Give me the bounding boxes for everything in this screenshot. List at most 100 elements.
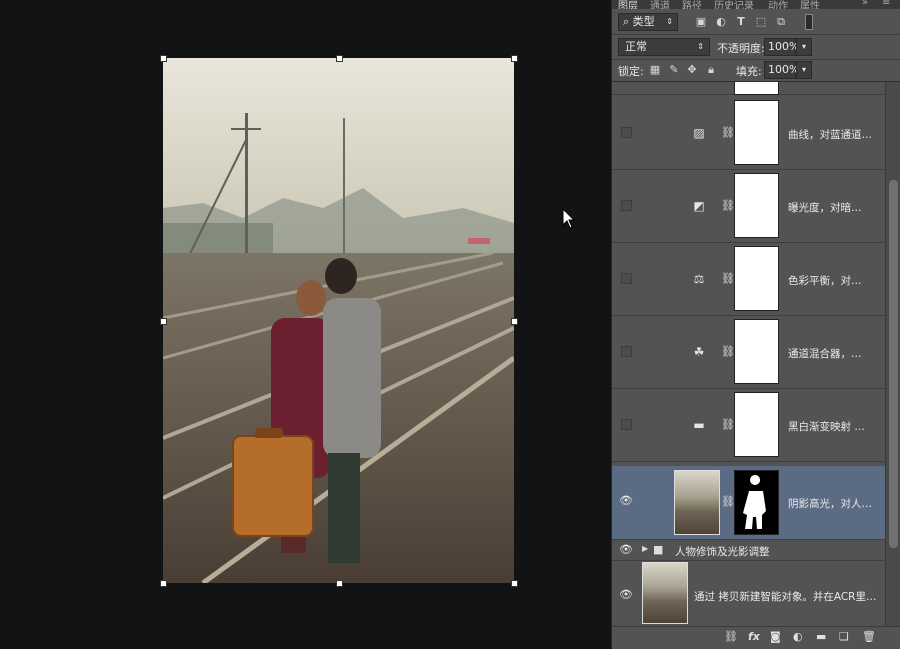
layers-panel: 图层 通道 路径 历史记录 动作 属性 » ≡ ⌕ 类型 ⇕ ▣ ◐ T ⬚ ⧉… — [611, 0, 900, 649]
scrollbar-thumb[interactable] — [889, 180, 898, 548]
layer-name[interactable]: 曝光度，对暗… — [788, 200, 862, 215]
layer-row-curves[interactable]: ▨ ⛓ 曲线，对蓝通道… — [612, 97, 885, 170]
layer-mask-thumbnail[interactable] — [734, 246, 779, 311]
layer-mask-thumbnail[interactable] — [734, 319, 779, 384]
transform-handle-bottom-center[interactable] — [336, 580, 343, 587]
shape-filter-icon[interactable]: ⬚ — [754, 15, 768, 29]
filter-type-label: 类型 — [632, 15, 655, 28]
visibility-toggle[interactable] — [621, 200, 632, 211]
tab-layers[interactable]: 图层 — [618, 0, 638, 9]
eye-icon[interactable]: 👁︎ — [619, 588, 633, 601]
transform-handle-top-right[interactable] — [511, 55, 518, 62]
visibility-toggle[interactable] — [621, 419, 632, 430]
add-mask-icon[interactable]: ◙ — [770, 630, 781, 643]
link-icon[interactable]: ⛓ — [721, 272, 735, 285]
tab-paths[interactable]: 路径 — [682, 0, 702, 9]
smart-object-thumbnail[interactable] — [642, 562, 688, 624]
panel-expand-icon[interactable]: » — [862, 0, 868, 8]
layer-name[interactable]: 黑白渐变映射 … — [788, 419, 865, 434]
chevron-updown-icon: ⇕ — [666, 17, 673, 26]
layer-mask-thumbnail[interactable] — [734, 173, 779, 238]
filter-type-select[interactable]: ⌕ 类型 ⇕ — [618, 13, 678, 31]
adjustment-filter-icon[interactable]: ◐ — [714, 15, 728, 29]
layers-list: ▨ ⛓ 曲线，对蓝通道… ◩ ⛓ 曝光度，对暗… ⚖ ⛓ 色彩平衡，对… ☘ ⛓… — [612, 82, 885, 626]
transform-handle-top-center[interactable] — [336, 55, 343, 62]
link-icon[interactable]: ⛓ — [721, 199, 735, 212]
layer-name[interactable]: 阴影高光，对人… — [788, 496, 872, 511]
layer-row-channel-mixer[interactable]: ☘ ⛓ 通道混合器，… — [612, 316, 885, 389]
blend-mode-select[interactable]: 正常 ⇕ — [618, 38, 710, 56]
layers-scrollbar[interactable] — [885, 82, 900, 626]
type-filter-icon[interactable]: T — [734, 15, 748, 29]
layer-row-shadow-highlight-selected[interactable]: 👁︎ ⛓ 阴影高光，对人… — [612, 466, 885, 540]
fill-input[interactable]: 100% — [764, 61, 799, 79]
link-icon[interactable]: ⛓ — [721, 495, 735, 508]
layer-filter-row: ⌕ 类型 ⇕ ▣ ◐ T ⬚ ⧉ — [612, 10, 900, 35]
layer-mask-thumbnail[interactable] — [734, 392, 779, 457]
smart-object-thumbnail[interactable] — [674, 470, 720, 535]
new-layer-icon[interactable]: ❏ — [839, 630, 849, 643]
visibility-toggle[interactable] — [621, 346, 632, 357]
eye-icon[interactable]: 👁︎ — [619, 494, 633, 507]
expand-arrow-icon[interactable]: ▶ — [642, 544, 648, 553]
gradient-map-icon: ▬ — [693, 418, 705, 432]
transform-handle-bottom-left[interactable] — [160, 580, 167, 587]
filter-toggle-switch[interactable] — [805, 14, 813, 30]
lock-move-icon[interactable]: ✥ — [685, 63, 699, 77]
opacity-value: 100% — [768, 40, 800, 53]
transform-handle-middle-right[interactable] — [511, 318, 518, 325]
layer-name[interactable]: 色彩平衡，对… — [788, 273, 862, 288]
tab-properties[interactable]: 属性 — [800, 0, 820, 9]
visibility-toggle[interactable] — [621, 273, 632, 284]
exposure-icon: ◩ — [693, 199, 705, 213]
layer-row-gradient-map[interactable]: ▬ ⛓ 黑白渐变映射 … — [612, 389, 885, 462]
canvas-area[interactable] — [0, 0, 611, 648]
lock-all-icon[interactable]: 🔒︎ — [704, 63, 718, 77]
eye-icon[interactable]: 👁︎ — [619, 543, 633, 556]
lock-brush-icon[interactable]: ✎ — [667, 63, 681, 77]
layer-name[interactable]: 通过 拷贝新建智能对象。并在ACR里… — [694, 589, 876, 604]
link-layers-icon[interactable]: ⛓ — [724, 630, 738, 643]
layer-row-color-balance[interactable]: ⚖ ⛓ 色彩平衡，对… — [612, 243, 885, 316]
fill-dropdown-button[interactable]: ▾ — [796, 61, 812, 79]
image-filter-icon[interactable]: ▣ — [694, 15, 708, 29]
trash-icon[interactable]: 🗑︎ — [862, 630, 876, 643]
visibility-toggle[interactable] — [621, 127, 632, 138]
opacity-input[interactable]: 100% — [764, 38, 800, 56]
layers-bottom-toolbar: ⛓ fx ◙ ◐ ▬ ❏ 🗑︎ — [612, 626, 900, 649]
layer-mask-thumbnail[interactable] — [734, 100, 779, 165]
panel-menu-icon[interactable]: ≡ — [882, 0, 890, 8]
lock-transparent-icon[interactable]: ▦ — [648, 63, 662, 77]
tab-actions[interactable]: 动作 — [768, 0, 788, 9]
link-icon[interactable]: ⛓ — [721, 418, 735, 431]
smart-object-filter-icon[interactable]: ⧉ — [774, 15, 788, 29]
transform-handle-top-left[interactable] — [160, 55, 167, 62]
layer-name[interactable]: 曲线，对蓝通道… — [788, 127, 872, 142]
curves-icon: ▨ — [693, 126, 705, 140]
fill-label: 填充: — [736, 65, 762, 78]
tab-channels[interactable]: 通道 — [650, 0, 670, 9]
layer-row-exposure[interactable]: ◩ ⛓ 曝光度，对暗… — [612, 170, 885, 243]
document-photo[interactable] — [163, 58, 514, 583]
opacity-dropdown-button[interactable]: ▾ — [796, 38, 812, 56]
transform-handle-bottom-right[interactable] — [511, 580, 518, 587]
tab-history[interactable]: 历史记录 — [714, 0, 754, 9]
layer-mask-thumbnail[interactable] — [734, 82, 779, 95]
mask-silhouette — [743, 475, 766, 529]
link-icon[interactable]: ⛓ — [721, 126, 735, 139]
link-icon[interactable]: ⛓ — [721, 345, 735, 358]
adjustment-layer-icon[interactable]: ◐ — [793, 630, 803, 643]
mouse-pointer-icon — [562, 208, 576, 229]
new-group-icon[interactable]: ▬ — [816, 630, 826, 643]
folder-icon: ■ — [653, 543, 664, 556]
transform-handle-middle-left[interactable] — [160, 318, 167, 325]
group-name[interactable]: 人物修饰及光影调整 — [675, 544, 770, 559]
layer-row-base[interactable]: 👁︎ 通过 拷贝新建智能对象。并在ACR里… — [612, 561, 885, 626]
fx-icon[interactable]: fx — [748, 630, 760, 643]
layer-name[interactable]: 通道混合器，… — [788, 346, 862, 361]
panel-tabs: 图层 通道 路径 历史记录 动作 属性 » ≡ — [612, 0, 900, 9]
channel-mixer-icon: ☘ — [693, 345, 705, 359]
layer-mask-thumbnail[interactable] — [734, 470, 779, 535]
layer-row-partial[interactable] — [612, 82, 885, 95]
layer-group-row[interactable]: 👁︎ ▶ ■ 人物修饰及光影调整 — [612, 541, 885, 561]
